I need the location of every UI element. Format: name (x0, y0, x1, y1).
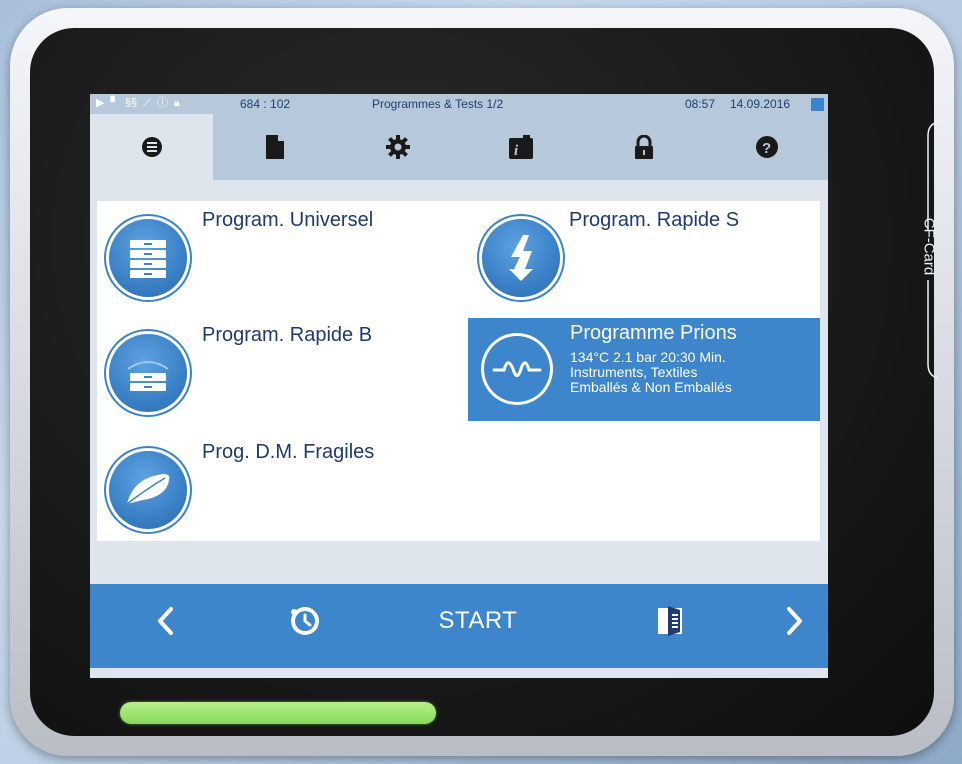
cycle-counter: 684 : 102 (240, 97, 291, 111)
door-button[interactable] (635, 584, 705, 658)
program-label: Prog. D.M. Fragiles (202, 441, 375, 463)
document-icon (265, 135, 284, 159)
delayed-start-button[interactable] (270, 584, 340, 658)
help-icon: ? (755, 136, 778, 158)
play-icon: ▶ (96, 97, 105, 109)
tab-info[interactable]: i (459, 114, 582, 180)
program-label: Program. Universel (202, 209, 374, 231)
clock-time: 08:57 (685, 97, 716, 111)
gear-icon (385, 135, 410, 159)
wave-icon (484, 336, 550, 402)
chart-icon: ⟋ (143, 97, 151, 109)
status-icons: ▶ ▘ §§ ⟋ ⓘ 🔒︎ (96, 96, 180, 110)
lock-icon: 🔒︎ (173, 97, 180, 109)
chevron-left-icon (158, 607, 173, 635)
program-load-type: Instruments, Textiles (570, 364, 698, 380)
program-parameters: 134°C 2.1 bar 20:30 Min. (570, 349, 726, 365)
chevron-right-icon (787, 607, 802, 635)
steam-icon: §§ (124, 97, 138, 109)
next-page-button[interactable] (760, 584, 828, 658)
program-packaging: Emballés & Non Emballés (570, 379, 732, 395)
clock-date: 14.09.2016 (730, 97, 791, 111)
status-bar: ▶ ▘ §§ ⟋ ⓘ 🔒︎ 684 : 102 Programmes & Tes… (90, 94, 828, 114)
cf-card-slot: CF-Card (914, 120, 944, 380)
door-icon (658, 606, 682, 636)
tab-programs[interactable] (90, 114, 213, 180)
cf-card-label: CF-Card (920, 217, 938, 276)
info-icon: i (508, 135, 533, 159)
program-prions[interactable]: Programme Prions 134°C 2.1 bar 20:30 Min… (468, 318, 820, 421)
tab-settings[interactable] (336, 114, 459, 180)
previous-page-button[interactable] (130, 584, 200, 658)
connection-indicator (811, 98, 824, 111)
start-button[interactable]: START (408, 584, 548, 658)
program-rapide-b[interactable]: Program. Rapide B (97, 316, 457, 428)
document-icon: ▘ (110, 97, 119, 109)
program-label: Program. Rapide B (202, 324, 373, 346)
stacked-trays-icon (109, 219, 187, 297)
action-bar: START (90, 584, 828, 668)
touch-screen: ▶ ▘ §§ ⟋ ⓘ 🔒︎ 684 : 102 Programmes & Tes… (90, 94, 828, 678)
lock-icon (634, 135, 653, 159)
lightning-icon (482, 219, 560, 297)
program-label: Program. Rapide S (569, 209, 740, 231)
tab-logs[interactable] (213, 114, 336, 180)
program-fragiles[interactable]: Prog. D.M. Fragiles (97, 431, 457, 541)
tab-help[interactable]: ? (705, 114, 828, 180)
tab-bar: i ? (90, 114, 828, 180)
program-label: Programme Prions (570, 322, 737, 344)
program-list: Program. Universel Program. Rapide S Pro… (97, 201, 820, 541)
screen-title: Programmes & Tests 1/2 (372, 97, 504, 111)
tab-lock[interactable] (582, 114, 705, 180)
timer-icon (291, 607, 319, 635)
program-universel[interactable]: Program. Universel (97, 201, 457, 313)
program-rapide-s[interactable]: Program. Rapide S (468, 201, 820, 313)
list-icon (141, 137, 162, 157)
status-led-bar (120, 702, 436, 724)
single-tray-icon (109, 334, 187, 412)
info-icon: ⓘ (156, 97, 168, 109)
feather-icon (109, 451, 187, 529)
svg-text:?: ? (762, 140, 771, 157)
